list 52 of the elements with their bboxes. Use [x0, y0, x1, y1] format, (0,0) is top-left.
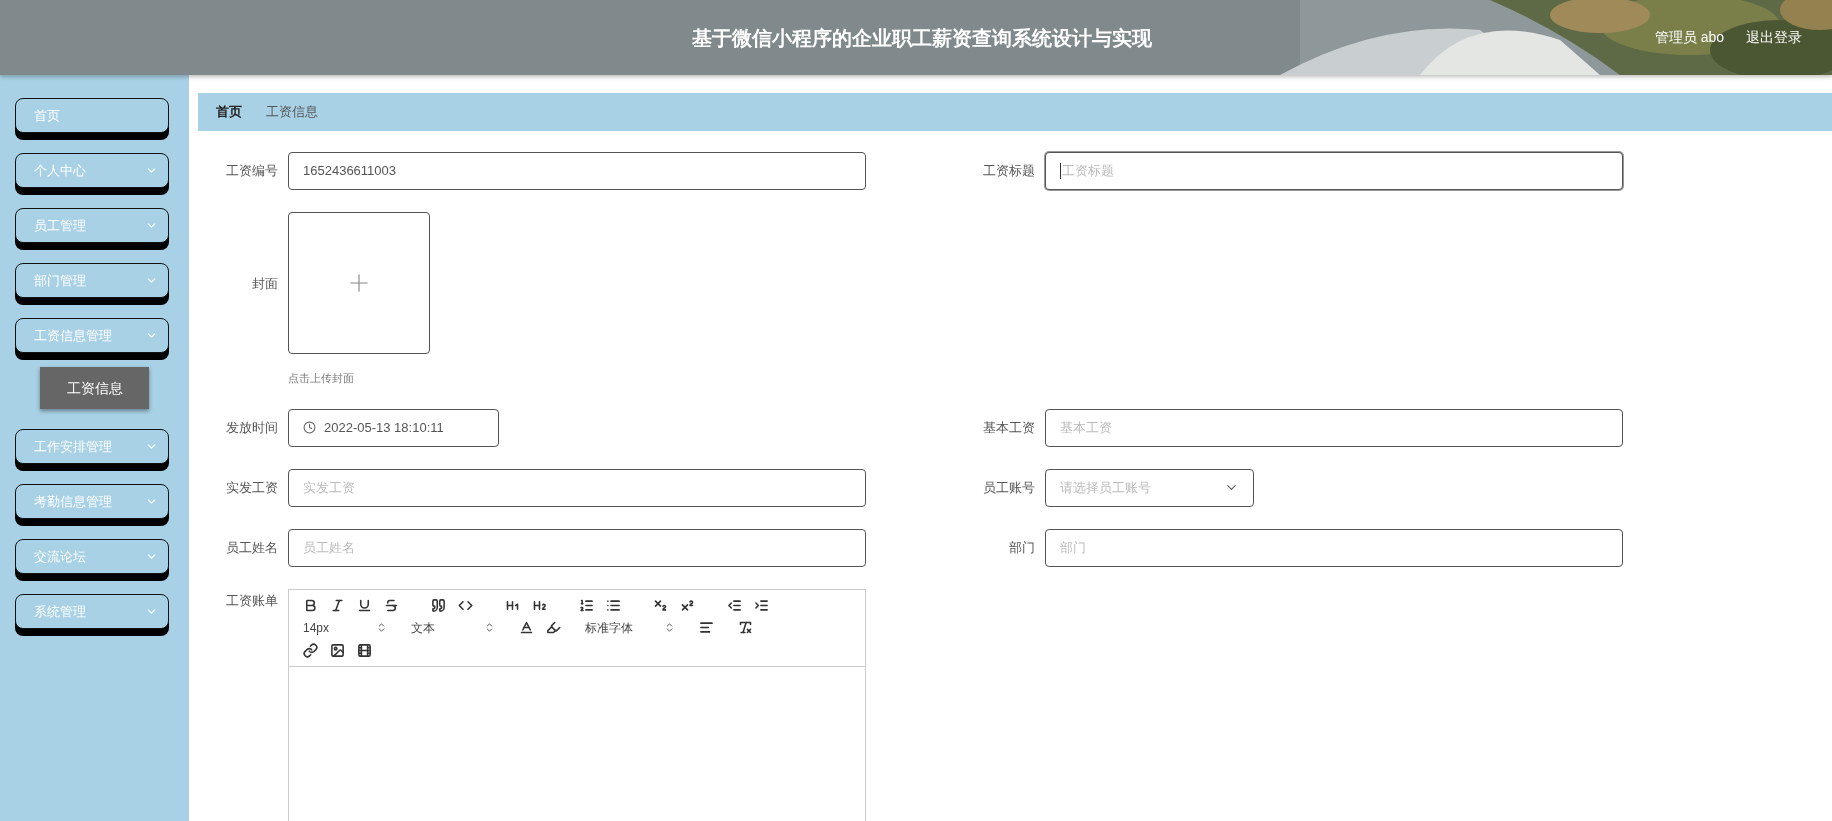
highlight-icon[interactable]	[546, 620, 561, 635]
field-label: 封面	[251, 275, 278, 293]
outdent-icon[interactable]	[727, 597, 742, 613]
strikethrough-icon[interactable]	[384, 597, 399, 613]
image-icon[interactable]	[330, 642, 345, 658]
superscript-icon[interactable]	[680, 597, 695, 613]
user-name: 管理员 abo	[1654, 28, 1724, 47]
align-icon[interactable]	[699, 620, 714, 635]
breadcrumb-link[interactable]: 工资信息	[266, 102, 318, 122]
text-color-icon[interactable]	[519, 620, 534, 635]
ordered-list-icon[interactable]	[579, 597, 594, 613]
input-field[interactable]: 基本工资	[1045, 408, 1623, 447]
bullet-list-icon[interactable]	[606, 597, 621, 613]
format-select[interactable]: 14px	[303, 618, 387, 637]
date-time-field[interactable]: 2022-05-13 18:10:11	[288, 408, 499, 447]
clock-icon	[303, 421, 316, 434]
field-label: 实发工资	[225, 478, 278, 497]
submenu-item[interactable]: 工资信息	[40, 367, 149, 409]
up-down-caret-icon	[664, 622, 675, 633]
field-label: 工资编号	[225, 162, 278, 181]
link-icon[interactable]	[303, 642, 318, 658]
select-field[interactable]: 请选择员工账号	[1045, 468, 1254, 507]
field-label: 工资账单	[225, 591, 278, 610]
field-label: 部门	[1008, 538, 1035, 557]
quote-icon[interactable]	[431, 597, 446, 613]
system-title: 基于微信小程序的企业职工薪资查询系统设计与实现	[692, 25, 1153, 51]
upload-box[interactable]	[288, 212, 430, 354]
input-field[interactable]: 员工姓名	[288, 528, 866, 567]
subscript-icon[interactable]	[653, 597, 668, 613]
input-field[interactable]: 部门	[1045, 528, 1623, 567]
rich-text-editor[interactable]: 14px 文本 标准字体	[288, 588, 866, 821]
field-label: 工资标题	[982, 162, 1035, 181]
italic-icon[interactable]	[330, 597, 345, 613]
field-label: 基本工资	[982, 418, 1035, 437]
underline-icon[interactable]	[357, 597, 372, 613]
format-select[interactable]: 标准字体	[585, 618, 675, 637]
clear-format-icon[interactable]	[738, 620, 753, 635]
indent-icon[interactable]	[754, 597, 769, 613]
up-down-caret-icon	[484, 622, 495, 633]
field-label: 发放时间	[225, 418, 278, 437]
video-icon[interactable]	[357, 642, 372, 658]
logout-link[interactable]: 退出登录	[1746, 27, 1802, 48]
field-label: 员工姓名	[225, 538, 278, 557]
input-field[interactable]: 1652436611003	[288, 152, 866, 190]
input-field[interactable]: 实发工资	[288, 468, 866, 507]
input-field[interactable]: 工资标题	[1045, 152, 1623, 190]
upload-hint: 点击上传封面	[288, 371, 355, 386]
bold-icon[interactable]	[303, 597, 318, 613]
format-select[interactable]: 文本	[411, 618, 495, 637]
up-down-caret-icon	[376, 622, 387, 633]
breadcrumb-link[interactable]: 首页	[216, 102, 242, 122]
field-label: 员工账号	[982, 478, 1035, 497]
